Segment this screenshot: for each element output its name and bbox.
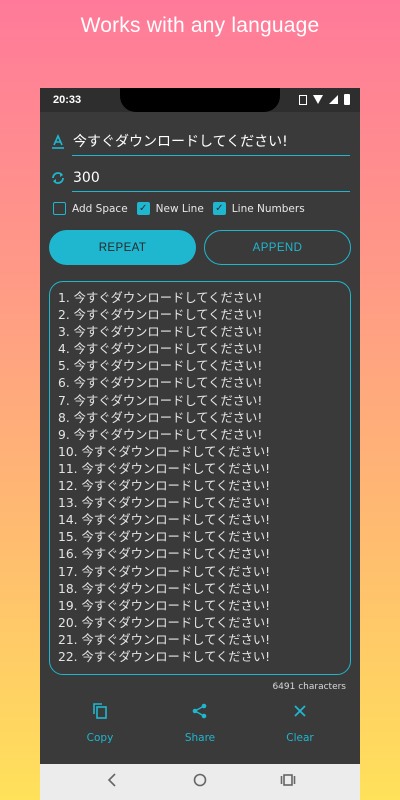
output-line: 19. 今すぐダウンロードしてください! — [58, 598, 271, 613]
promo-headline: Works with any language — [80, 14, 320, 37]
clear-button[interactable]: Clear — [265, 702, 335, 744]
add-space-label: Add Space — [72, 202, 128, 215]
output-line: 13. 今すぐダウンロードしてください! — [58, 496, 271, 511]
append-button[interactable]: APPEND — [204, 230, 351, 265]
system-nav-bar — [40, 764, 360, 800]
new-line-label: New Line — [155, 202, 204, 215]
character-count: 6491 characters — [272, 682, 346, 692]
new-line-checkbox[interactable]: ✓ New Line — [136, 202, 204, 215]
home-icon[interactable] — [192, 772, 208, 792]
output-line: 10. 今すぐダウンロードしてください! — [58, 444, 271, 459]
output-line: 16. 今すぐダウンロードしてください! — [58, 547, 271, 562]
output-line: 17. 今すぐダウンロードしてください! — [58, 564, 271, 579]
close-icon — [265, 702, 335, 726]
share-icon — [165, 702, 235, 726]
battery-icon — [344, 94, 350, 105]
signal-icon — [329, 95, 338, 104]
output-line: 8. 今すぐダウンロードしてください! — [58, 410, 263, 425]
output-line: 5. 今すぐダウンロードしてください! — [58, 359, 263, 374]
status-time: 20:33 — [53, 94, 82, 106]
repeat-icon — [50, 170, 66, 186]
output-line: 21. 今すぐダウンロードしてください! — [58, 632, 271, 647]
camera-notch — [120, 88, 280, 112]
output-line: 1. 今すぐダウンロードしてください! — [58, 291, 263, 305]
clear-label: Clear — [286, 732, 314, 744]
output-line: 12. 今すぐダウンロードしてください! — [58, 479, 271, 494]
line-numbers-checkbox[interactable]: ✓ Line Numbers — [212, 202, 305, 215]
output-line: 9. 今すぐダウンロードしてください! — [58, 427, 263, 442]
copy-icon — [65, 702, 135, 726]
repeat-count-input[interactable]: 300 — [72, 166, 350, 192]
options-row: Add Space ✓ New Line ✓ Line Numbers — [53, 202, 314, 215]
repeat-button[interactable]: REPEAT — [49, 230, 196, 265]
checkbox-checked-icon: ✓ — [136, 202, 150, 215]
status-bar: 20:33 — [40, 88, 360, 112]
recents-icon[interactable] — [280, 772, 296, 792]
phone-screen: 20:33 今すぐダウンロードしてください! 300 Add Space ✓ N… — [40, 88, 360, 800]
status-icons — [299, 94, 350, 105]
output-line: 2. 今すぐダウンロードしてください! — [58, 308, 263, 323]
repeat-count-row: 300 — [50, 166, 350, 194]
share-label: Share — [184, 732, 216, 744]
text-input-row: 今すぐダウンロードしてください! — [50, 130, 350, 158]
output-line: 20. 今すぐダウンロードしてください! — [58, 615, 271, 630]
output-line: 4. 今すぐダウンロードしてください! — [58, 342, 263, 357]
text-format-icon — [50, 134, 66, 150]
output-line: 3. 今すぐダウンロードしてください! — [58, 325, 263, 340]
output-line: 15. 今すぐダウンロードしてください! — [58, 530, 271, 545]
output-line: 18. 今すぐダウンロードしてください! — [58, 581, 271, 596]
copy-button[interactable]: Copy — [65, 702, 135, 744]
copy-label: Copy — [86, 732, 114, 744]
add-space-checkbox[interactable]: Add Space — [53, 202, 128, 215]
line-numbers-label: Line Numbers — [231, 202, 305, 215]
checkbox-unchecked-icon — [53, 202, 66, 215]
checkbox-checked-icon: ✓ — [212, 202, 226, 215]
output-line: 22. 今すぐダウンロードしてください! — [58, 649, 271, 664]
wifi-icon — [313, 95, 323, 104]
output-line: 6. 今すぐダウンロードしてください! — [58, 376, 263, 391]
share-button[interactable]: Share — [165, 702, 235, 744]
output-line: 7. 今すぐダウンロードしてください! — [58, 393, 263, 408]
nfc-icon — [299, 94, 307, 105]
output-line: 11. 今すぐダウンロードしてください! — [58, 461, 271, 476]
back-icon[interactable] — [106, 772, 118, 792]
output-line: 14. 今すぐダウンロードしてください! — [58, 513, 271, 528]
text-input[interactable]: 今すぐダウンロードしてください! — [72, 130, 350, 156]
output-text-area[interactable]: 1. 今すぐダウンロードしてください! 2. 今すぐダウンロードしてください! 3.… — [49, 281, 351, 675]
bottom-action-bar: Copy Share Clear — [40, 702, 360, 762]
